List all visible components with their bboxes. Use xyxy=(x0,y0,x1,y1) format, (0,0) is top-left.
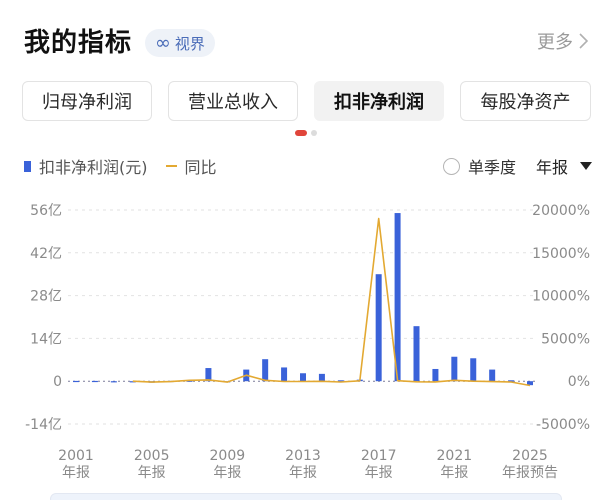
tab-label: 归母净利润 xyxy=(42,92,132,113)
tab-pager xyxy=(295,130,317,136)
bar xyxy=(300,373,306,382)
tab-deducted-net-profit[interactable]: 扣非净利润 xyxy=(314,81,444,121)
left-axis-tick-label: 0 xyxy=(53,374,62,390)
x-tick-sub: 年报 xyxy=(62,465,90,481)
bar xyxy=(413,326,420,382)
tab-net-assets-per-share[interactable]: 每股净资产 xyxy=(460,81,591,121)
chart-controls: 单季度 年报 xyxy=(442,154,592,178)
view-badge[interactable]: ∞ 视界 xyxy=(145,29,215,57)
line-legend-swatch xyxy=(165,165,177,167)
period-select[interactable]: 年报 xyxy=(536,154,568,178)
bar xyxy=(432,368,439,382)
bar xyxy=(470,358,477,382)
right-axis-tick-label: 5000% xyxy=(541,331,590,347)
left-axis-tick-label: 14亿 xyxy=(30,331,62,347)
line-legend-label: 同比 xyxy=(184,158,217,177)
left-axis-tick-label: 28亿 xyxy=(30,289,62,305)
more-label: 更多 xyxy=(537,32,573,53)
right-axis-tick-label: 0% xyxy=(568,374,590,390)
x-tick-year: 2021 xyxy=(437,448,473,464)
left-axis-tick-label: -14亿 xyxy=(25,417,62,433)
tab-label: 营业总收入 xyxy=(188,92,278,113)
tab-label: 扣非净利润 xyxy=(334,92,424,113)
profit-chart: 56亿 42亿 28亿 14亿 0 -14亿 20000% 15000% 10000% 5000%… xyxy=(25,203,590,481)
x-tick-year: 2005 xyxy=(134,448,170,464)
bar xyxy=(451,356,458,382)
chevron-right-icon xyxy=(579,33,588,49)
more-link[interactable]: 更多 xyxy=(537,28,588,54)
left-axis-tick-label: 56亿 xyxy=(30,203,62,219)
x-tick-sub: 年报 xyxy=(213,465,241,481)
bar-legend-swatch xyxy=(24,160,31,172)
bar xyxy=(73,380,79,383)
caret-down-icon[interactable] xyxy=(580,162,592,170)
header: 我的指标 ∞ 视界 更多 xyxy=(0,0,612,80)
pager-dot xyxy=(311,130,317,136)
x-tick-sub: 年报 xyxy=(440,465,468,481)
chart-legend: 扣非净利润(元) 同比 xyxy=(24,154,217,178)
right-axis-tick-label: -5000% xyxy=(536,417,590,433)
x-tick-year: 2013 xyxy=(285,448,321,464)
x-tick-sub: 年报预告 xyxy=(502,465,558,481)
x-tick-year: 2009 xyxy=(210,448,246,464)
x-tick-sub: 年报 xyxy=(138,465,166,481)
x-tick-sub: 年报 xyxy=(365,465,393,481)
right-axis-tick-label: 10000% xyxy=(532,289,590,305)
x-tick-year: 2001 xyxy=(58,448,94,464)
view-badge-label: 视界 xyxy=(174,34,205,53)
tab-label: 每股净资产 xyxy=(480,92,571,113)
x-tick-sub: 年报 xyxy=(289,465,317,481)
tab-total-revenue[interactable]: 营业总收入 xyxy=(168,81,298,121)
quarter-radio[interactable] xyxy=(442,157,460,175)
left-axis-tick-label: 42亿 xyxy=(30,246,62,262)
bar xyxy=(281,367,288,382)
right-axis-tick-label: 15000% xyxy=(532,246,590,262)
quarter-label[interactable]: 单季度 xyxy=(468,154,516,178)
bar xyxy=(91,380,98,383)
metric-tabs: 归母净利润 营业总收入 扣非净利润 每股净资产 xyxy=(22,81,592,121)
bar xyxy=(262,359,269,382)
bar xyxy=(375,274,382,382)
x-tick-year: 2017 xyxy=(361,448,397,464)
bottom-panel xyxy=(50,493,562,500)
bar-legend-label: 扣非净利润(元) xyxy=(39,158,148,177)
page-title: 我的指标 xyxy=(24,28,133,58)
bar xyxy=(110,381,117,383)
x-tick-year: 2025 xyxy=(512,448,548,464)
bar xyxy=(489,369,496,382)
bar xyxy=(318,373,325,382)
infinity-icon: ∞ xyxy=(155,31,171,54)
right-axis-tick-label: 20000% xyxy=(532,203,590,219)
tab-parent-net-profit[interactable]: 归母净利润 xyxy=(22,81,152,121)
pager-dot-active xyxy=(295,130,307,136)
